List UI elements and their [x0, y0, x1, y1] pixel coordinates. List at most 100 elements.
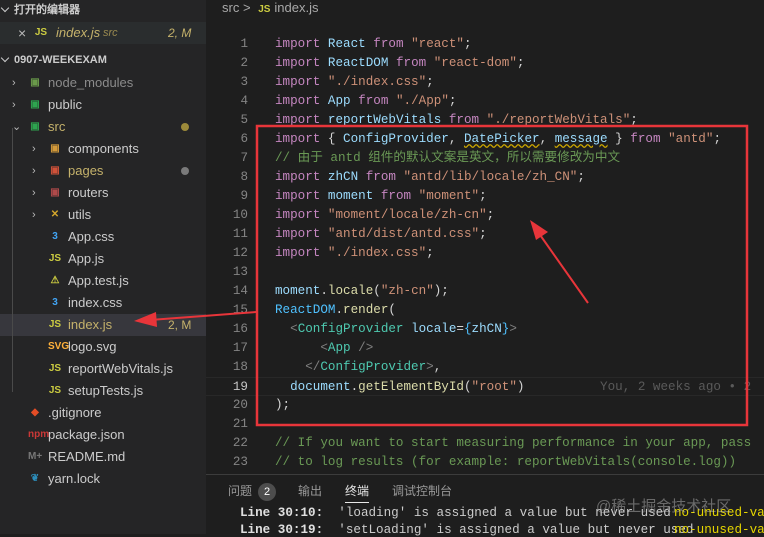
code-line[interactable]: 10 import "moment/locale/zh-cn"; — [206, 206, 764, 225]
tree-item-label: setupTests.js — [68, 383, 144, 398]
code-token: getElementById — [358, 380, 464, 394]
tree-item-app-test-js[interactable]: ⚠ App.test.js — [0, 270, 206, 292]
code-line[interactable]: 21 — [206, 415, 764, 434]
code-line[interactable]: 9 import moment from "moment"; — [206, 187, 764, 206]
problem-message[interactable]: Line 30:19: 'setLoading' is assigned a v… — [240, 523, 764, 537]
code-text: import reportWebVitals from "./reportWeb… — [275, 111, 638, 130]
tree-item-label: node_modules — [48, 75, 134, 90]
code-line[interactable]: 12 import "./index.css"; — [206, 244, 764, 263]
code-text: import { ConfigProvider, DatePicker, mes… — [275, 130, 721, 149]
tree-item-label: README.md — [48, 449, 126, 464]
line-number: 19 — [232, 380, 248, 394]
chevron-right-icon[interactable]: › — [32, 160, 36, 182]
tree-item-pages[interactable]: › ▣ pages — [0, 160, 206, 182]
code-editor[interactable]: src > JS index.js 1 import React from "rea… — [206, 0, 764, 474]
code-line[interactable]: 15 ReactDOM.render( — [206, 301, 764, 320]
chevron-right-icon[interactable]: › — [12, 94, 16, 116]
tree-item-yarn-lock[interactable]: ❦ yarn.lock — [0, 468, 206, 490]
project-header[interactable]: 0907-WEEKEXAM — [0, 50, 206, 72]
code-line[interactable]: 5 import reportWebVitals from "./reportWe… — [206, 111, 764, 130]
code-line[interactable]: 6 import { ConfigProvider, DatePicker, me… — [206, 130, 764, 149]
code-line[interactable]: 2 import ReactDOM from "react-dom"; — [206, 54, 764, 73]
tab-label: 输出 — [298, 484, 323, 498]
tree-item-package-json[interactable]: npm package.json — [0, 424, 206, 446]
chevron-right-icon[interactable]: › — [32, 138, 36, 160]
code-line[interactable]: 16 <ConfigProvider locale={zhCN}> — [206, 320, 764, 339]
code-line[interactable]: 17 <App /> — [206, 339, 764, 358]
breadcrumb-folder[interactable]: src — [222, 0, 239, 15]
code-text: import "moment/locale/zh-cn"; — [275, 206, 494, 225]
breadcrumb-file[interactable]: index.js — [274, 0, 318, 15]
code-line[interactable]: 7 // 由于 antd 组件的默认文案是英文，所以需要修改为中文 — [206, 149, 764, 168]
code-token: ; — [577, 170, 585, 184]
code-token: ; — [486, 208, 495, 222]
code-token: from — [358, 94, 389, 108]
panel-tab-2[interactable]: 终端 — [345, 479, 370, 503]
tree-item-components[interactable]: › ▣ components — [0, 138, 206, 160]
js-file-icon: JS — [258, 4, 271, 15]
tree-item-index-js[interactable]: JS index.js 2, M — [0, 314, 206, 336]
code-token: from — [365, 170, 396, 184]
panel-tab-0[interactable]: 问题 2 — [228, 479, 277, 503]
code-text: import "./index.css"; — [275, 73, 434, 92]
tree-item-index-css[interactable]: 3 index.css — [0, 292, 206, 314]
code-line[interactable]: 19 document.getElementById("root") You, … — [206, 377, 764, 396]
code-token: from — [373, 37, 404, 51]
open-editor-index-js[interactable]: × JS index.js src 2, M — [0, 22, 206, 44]
tree-item--gitignore[interactable]: ◆ .gitignore — [0, 402, 206, 424]
chevron-right-icon[interactable]: › — [32, 182, 36, 204]
code-token: ); — [433, 284, 449, 298]
tree-item-label: package.json — [48, 427, 125, 442]
tree-item-logo-svg[interactable]: SVG logo.svg — [0, 336, 206, 358]
code-line[interactable]: 1 import React from "react"; — [206, 35, 764, 54]
tree-item-routers[interactable]: › ▣ routers — [0, 182, 206, 204]
code-line[interactable]: 20); — [206, 396, 764, 415]
code-line[interactable]: 22 // If you want to start measuring perf… — [206, 434, 764, 453]
chevron-right-icon[interactable]: › — [32, 204, 36, 226]
code-token: "root" — [471, 380, 517, 394]
tree-item-public[interactable]: › ▣ public — [0, 94, 206, 116]
code-text: import App from "./App"; — [275, 92, 456, 111]
code-line[interactable]: 18 </ConfigProvider>, — [206, 358, 764, 377]
code-text: ); — [275, 396, 290, 415]
code-token: ( — [388, 303, 396, 317]
tree-item-utils[interactable]: › ✕ utils — [0, 204, 206, 226]
line-number: 15 — [232, 303, 248, 317]
tree-item-readme-md[interactable]: M+ README.md — [0, 446, 206, 468]
code-token: // If you want to start measuring perfor… — [275, 436, 752, 450]
tree-item-src[interactable]: ⌄ ▣ src — [0, 116, 206, 138]
chevron-right-icon[interactable]: › — [12, 72, 16, 94]
modified-dot-icon — [181, 167, 189, 175]
tree-item-app-js[interactable]: JS App.js — [0, 248, 206, 270]
tree-item-reportwebvitals-js[interactable]: JS reportWebVitals.js — [0, 358, 206, 380]
open-editors-header[interactable]: 打开的编辑器 — [0, 0, 206, 22]
code-line[interactable]: 11 import "antd/dist/antd.css"; — [206, 225, 764, 244]
code-line[interactable]: 3 import "./index.css"; — [206, 73, 764, 92]
code-token: zhCN — [471, 322, 502, 336]
code-line[interactable]: 4 import App from "./App"; — [206, 92, 764, 111]
code-token: "./App" — [395, 94, 449, 108]
code-line[interactable]: 23 // to log results (for example: report… — [206, 453, 764, 472]
panel-tab-3[interactable]: 调试控制台 — [392, 479, 452, 503]
code-line[interactable]: 8 import zhCN from "antd/lib/locale/zh_CN… — [206, 168, 764, 187]
code-token: // to log results (for example: reportWe… — [275, 455, 737, 469]
close-icon[interactable]: × — [18, 22, 26, 44]
code-token: "antd" — [668, 132, 714, 146]
panel-tab-1[interactable]: 输出 — [298, 479, 322, 503]
tree-item-setuptests-js[interactable]: JS setupTests.js — [0, 380, 206, 402]
code-token: ; — [713, 132, 721, 146]
code-token: import — [275, 75, 321, 89]
file-type-icon: ▣ — [30, 77, 40, 88]
chevron-down-icon[interactable]: ⌄ — [12, 116, 21, 138]
code-line[interactable]: 13 — [206, 263, 764, 282]
tree-item-node-modules[interactable]: › ▣ node_modules — [0, 72, 206, 94]
line-number: 23 — [232, 455, 248, 469]
tree-item-app-css[interactable]: 3 App.css — [0, 226, 206, 248]
modified-dot-icon — [181, 123, 189, 131]
code-token: , — [433, 360, 442, 374]
code-text: import React from "react"; — [275, 35, 472, 54]
code-text: import "./index.css"; — [275, 244, 434, 263]
code-line[interactable]: 14 moment.locale("zh-cn"); — [206, 282, 764, 301]
